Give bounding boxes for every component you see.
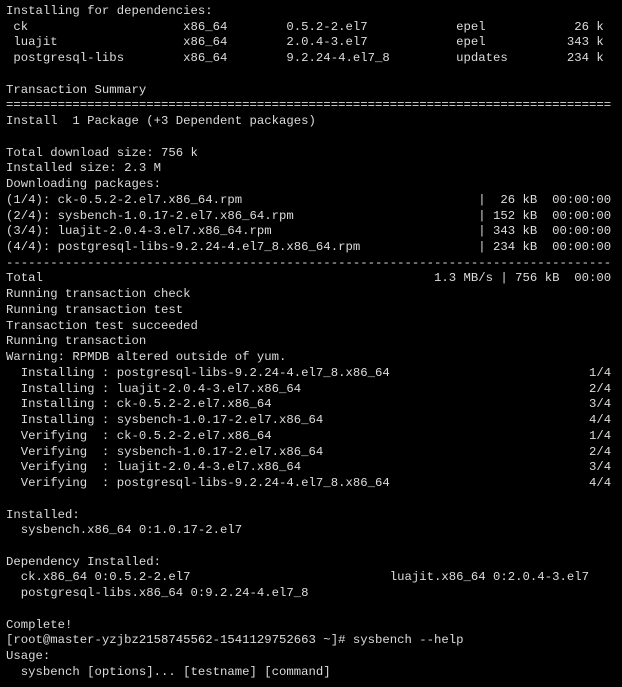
command-input[interactable]: sysbench --help xyxy=(353,633,464,647)
shell-prompt: [root@master-yzjbz2158745562-15411297526… xyxy=(6,633,353,647)
command-output: Usage: sysbench [options]... [testname] … xyxy=(6,649,331,679)
yum-output: Installing for dependencies: ck x86_64 0… xyxy=(6,4,611,632)
terminal-output: Installing for dependencies: ck x86_64 0… xyxy=(0,0,622,687)
